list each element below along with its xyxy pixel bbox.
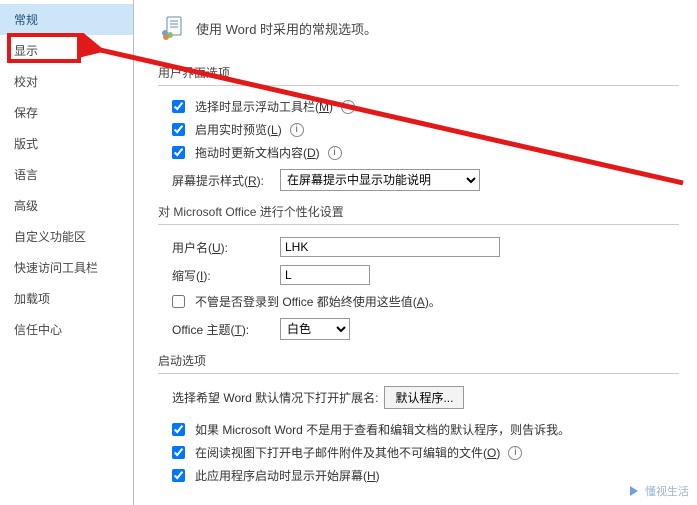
general-options-icon <box>158 14 186 42</box>
sidebar-item-save[interactable]: 保存 <box>0 97 133 128</box>
label-username: 用户名(U): <box>172 239 272 256</box>
label-office-theme: Office 主题(T): <box>172 321 272 338</box>
checkbox-show-start-screen[interactable] <box>172 469 185 482</box>
sidebar-item-display[interactable]: 显示 <box>0 35 133 66</box>
checkbox-always-use-values[interactable] <box>172 295 185 308</box>
sidebar-item-language[interactable]: 语言 <box>0 159 133 190</box>
label-show-start-screen: 此应用程序启动时显示开始屏幕(H) <box>195 467 380 484</box>
select-office-theme[interactable]: 白色 <box>280 318 350 340</box>
button-default-programs[interactable]: 默认程序... <box>384 386 464 409</box>
info-icon[interactable]: i <box>290 123 304 137</box>
section-startup: 启动选项 <box>158 348 679 374</box>
watermark: 懂视生活 <box>627 483 689 499</box>
checkbox-update-on-drag[interactable] <box>172 146 185 159</box>
section-personalize: 对 Microsoft Office 进行个性化设置 <box>158 199 679 225</box>
label-screentip-style: 屏幕提示样式(R): <box>172 172 272 189</box>
input-initials[interactable] <box>280 265 370 285</box>
sidebar-item-layout[interactable]: 版式 <box>0 128 133 159</box>
checkbox-mini-toolbar[interactable] <box>172 100 185 113</box>
main-panel: 使用 Word 时采用的常规选项。 用户界面选项 选择时显示浮动工具栏(M) i… <box>134 0 697 505</box>
label-live-preview: 启用实时预览(L) <box>195 121 282 138</box>
label-initials: 缩写(I): <box>172 267 272 284</box>
sidebar-item-quick-access[interactable]: 快速访问工具栏 <box>0 252 133 283</box>
info-icon[interactable]: i <box>328 146 342 160</box>
sidebar-item-trust-center[interactable]: 信任中心 <box>0 314 133 345</box>
label-tell-default: 如果 Microsoft Word 不是用于查看和编辑文档的默认程序，则告诉我。 <box>195 421 570 438</box>
label-default-extensions: 选择希望 Word 默认情况下打开扩展名: <box>172 389 378 406</box>
input-username[interactable] <box>280 237 500 257</box>
label-mini-toolbar: 选择时显示浮动工具栏(M) <box>195 98 333 115</box>
checkbox-live-preview[interactable] <box>172 123 185 136</box>
sidebar-item-addins[interactable]: 加载项 <box>0 283 133 314</box>
label-open-reading-view: 在阅读视图下打开电子邮件附件及其他不可编辑的文件(O) <box>195 444 500 461</box>
sidebar-item-proofing[interactable]: 校对 <box>0 66 133 97</box>
checkbox-tell-default[interactable] <box>172 423 185 436</box>
page-title: 使用 Word 时采用的常规选项。 <box>196 19 377 38</box>
label-update-on-drag: 拖动时更新文档内容(D) <box>195 144 320 161</box>
checkbox-open-reading-view[interactable] <box>172 446 185 459</box>
info-icon[interactable]: i <box>341 100 355 114</box>
sidebar: 常规 显示 校对 保存 版式 语言 高级 自定义功能区 快速访问工具栏 加载项 … <box>0 0 134 505</box>
sidebar-item-general[interactable]: 常规 <box>0 4 133 35</box>
sidebar-item-advanced[interactable]: 高级 <box>0 190 133 221</box>
info-icon[interactable]: i <box>508 446 522 460</box>
section-ui-options: 用户界面选项 <box>158 60 679 86</box>
label-always-use-values: 不管是否登录到 Office 都始终使用这些值(A)。 <box>195 293 441 310</box>
sidebar-item-customize-ribbon[interactable]: 自定义功能区 <box>0 221 133 252</box>
select-screentip-style[interactable]: 在屏幕提示中显示功能说明 <box>280 169 480 191</box>
